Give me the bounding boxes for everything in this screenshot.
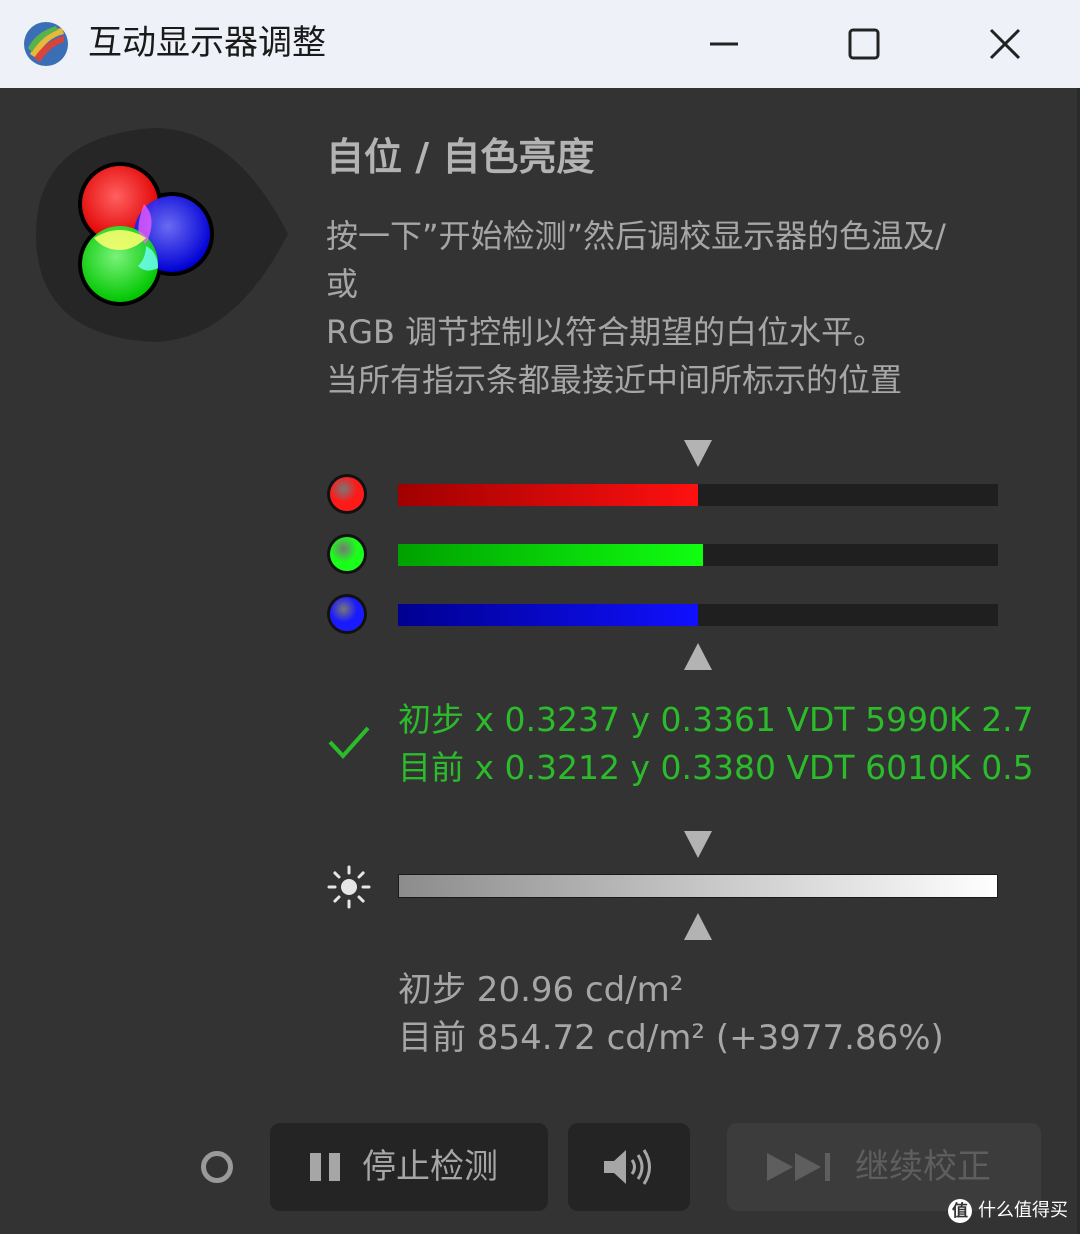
blue-level-bar: [398, 604, 998, 626]
target-marker-up-icon: [683, 642, 713, 672]
chromaticity-initial: 初步 x 0.3237 y 0.3361 VDT 5990K 2.7: [398, 700, 1034, 739]
instructions-line: RGB 调节控制以符合期望的白位水平。: [326, 313, 886, 351]
maximize-icon: [848, 28, 880, 60]
luminance-current: 目前 854.72 cd/m² (+3977.86%): [398, 1018, 944, 1058]
red-level-fill: [398, 484, 698, 506]
section-title: 自位 / 自色亮度: [326, 135, 595, 179]
stop-detection-label: 停止检测: [362, 1147, 498, 1187]
luminance-initial: 初步 20.96 cd/m²: [398, 970, 684, 1010]
luminance-level-bar: [398, 874, 998, 898]
blue-channel-dot-icon: [330, 597, 364, 631]
minimize-button[interactable]: [694, 14, 754, 74]
title-bar: 互动显示器调整: [0, 0, 1080, 88]
instructions-line: 按一下”开始检测”然后调校显示器的色温及/: [326, 217, 946, 255]
watermark-logo-icon: 值: [948, 1199, 972, 1223]
luminance-marker-down-icon: [683, 829, 713, 859]
blue-level-fill: [398, 604, 698, 626]
speaker-icon: [602, 1145, 656, 1193]
close-button[interactable]: [975, 14, 1035, 74]
watermark-text: 什么值得买: [978, 1200, 1068, 1221]
instructions-text: 按一下”开始检测”然后调校显示器的色温及/ 或 RGB 调节控制以符合期望的白位…: [326, 212, 1066, 404]
display-calibration-app-icon: [22, 20, 70, 68]
instructions-line: 或: [326, 265, 359, 303]
chromaticity-current: 目前 x 0.3212 y 0.3380 VDT 6010K 0.5: [398, 748, 1034, 787]
maximize-button[interactable]: [834, 14, 894, 74]
red-level-bar: [398, 484, 998, 506]
main-panel: 自位 / 自色亮度 按一下”开始检测”然后调校显示器的色温及/ 或 RGB 调节…: [0, 88, 1080, 1234]
stop-detection-button[interactable]: 停止检测: [270, 1123, 548, 1211]
skip-forward-icon: [767, 1151, 837, 1187]
target-marker-down-icon: [683, 438, 713, 468]
brightness-sun-icon: [326, 864, 372, 910]
red-channel-dot-icon: [330, 477, 364, 511]
green-level-fill: [398, 544, 703, 566]
continue-calibration-label: 继续校正: [855, 1147, 991, 1187]
watermark: 值什么值得买: [948, 1196, 1068, 1226]
close-icon: [989, 28, 1021, 60]
status-ring-icon: [201, 1151, 233, 1183]
green-channel-dot-icon: [330, 537, 364, 571]
luminance-marker-up-icon: [683, 912, 713, 942]
pause-icon: [310, 1151, 342, 1187]
checkmark-icon: [326, 718, 372, 764]
rgb-circles-icon: [34, 126, 294, 346]
sound-button[interactable]: [568, 1123, 690, 1211]
minimize-icon: [710, 42, 738, 46]
green-level-bar: [398, 544, 998, 566]
window-title: 互动显示器调整: [88, 23, 326, 63]
instructions-line: 当所有指示条都最接近中间所标示的位置: [326, 361, 903, 399]
